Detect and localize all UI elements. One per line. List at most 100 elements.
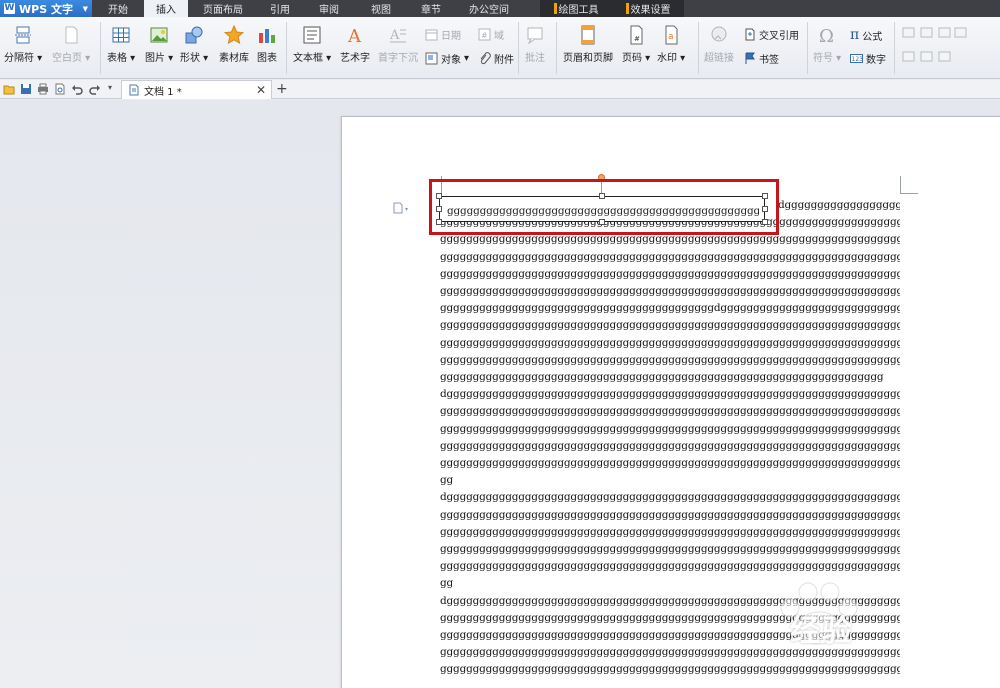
formula-button[interactable]: π 公式 xyxy=(850,27,882,43)
number-button[interactable]: 123 数字 xyxy=(850,51,886,66)
ribbon-divider xyxy=(807,22,808,74)
body-text-line[interactable]: gggggggggggggggggggggggggggggggggggggggg… xyxy=(440,250,900,264)
field-button[interactable]: # 域 xyxy=(478,27,504,42)
body-text-line[interactable]: gggggggggggggggggggggggggggggggggggggggg… xyxy=(440,422,900,436)
body-text-line[interactable]: gggggggggggggggggggggggggggggggggggggggg… xyxy=(440,353,900,367)
table-icon xyxy=(112,27,130,43)
margin-corner-mark xyxy=(900,176,918,194)
body-text-line[interactable]: gggggggggggggggggggggggggggggggggggggggg… xyxy=(440,301,900,315)
tab-page-layout[interactable]: 页面布局 xyxy=(188,0,258,17)
cross-reference-button[interactable]: 交叉引用 xyxy=(743,27,799,42)
body-text-line[interactable]: gg xyxy=(440,473,900,487)
drop-cap-icon: A xyxy=(389,28,406,43)
wordart-button[interactable]: A 艺术字 xyxy=(340,25,370,64)
body-text-line[interactable]: gggggggggggggggggggggggggggggggggggggggg… xyxy=(440,404,900,418)
print-icon[interactable] xyxy=(37,83,49,95)
tab-references[interactable]: 引用 xyxy=(258,0,302,17)
page-break-button[interactable]: 分隔符 ▾ xyxy=(4,25,42,64)
shape-icon xyxy=(185,26,203,44)
shape-button[interactable]: 形状 ▾ xyxy=(180,25,208,64)
header-footer-icon xyxy=(581,25,595,45)
tab-office-space[interactable]: 办公空间 xyxy=(456,0,522,17)
body-text-line[interactable]: dggggggggggggggggggggggggggggggggggggggg… xyxy=(440,387,900,401)
body-text-line[interactable]: gggggggggggggggggggggggggggggggggggggggg… xyxy=(440,456,900,470)
field-icon: # xyxy=(478,28,491,41)
body-text-line[interactable]: gggggggggggggggggggggggggggggggggggggggg… xyxy=(440,525,900,539)
ribbon-divider xyxy=(698,22,699,74)
number-icon: 123 xyxy=(850,54,864,63)
body-text-line[interactable]: gggggggggggggggggggggggggggggggggggggggg… xyxy=(440,318,900,332)
comment-button[interactable]: 批注 xyxy=(525,25,545,64)
paragraph-layout-icon[interactable]: ▾ xyxy=(392,202,412,214)
wordart-icon: A xyxy=(347,26,362,45)
chart-button[interactable]: 图表 xyxy=(257,25,277,64)
open-folder-icon[interactable] xyxy=(3,83,15,95)
quick-access-chevron-down-icon[interactable]: ▾ xyxy=(108,83,112,92)
blank-page-icon xyxy=(65,26,78,44)
table-button[interactable]: 表格 ▾ xyxy=(107,25,135,64)
object-icon xyxy=(425,52,438,65)
paperclip-icon xyxy=(480,52,491,65)
svg-text:#: # xyxy=(634,35,640,43)
svg-text:A: A xyxy=(347,26,362,45)
textbox-icon xyxy=(303,26,321,44)
document-tab[interactable]: 文档 1 * ✕ xyxy=(121,80,272,99)
textbox-button[interactable]: 文本框 ▾ xyxy=(293,25,331,64)
document-tab-title: 文档 1 * xyxy=(144,86,182,98)
body-text-line[interactable]: gggggggggggggggggggggggggggggggggggggggg… xyxy=(440,662,900,676)
svg-text:Ω: Ω xyxy=(819,26,834,45)
tab-drawing-tools[interactable]: 绘图工具 xyxy=(540,0,612,17)
undo-icon[interactable] xyxy=(71,83,83,95)
pi-icon: π xyxy=(850,27,860,43)
header-footer-button[interactable]: 页眉和页脚 xyxy=(563,25,613,64)
tab-effect-settings[interactable]: 效果设置 xyxy=(612,0,684,17)
body-text-line[interactable]: gggggggggggggggggggggggggggggggggggggggg… xyxy=(440,284,900,298)
body-text-line[interactable]: dgggggggggggggggggg xyxy=(778,198,900,212)
body-text-line[interactable]: gggggggggggggggggggggggggggggggggggggggg… xyxy=(440,267,900,281)
page-number-button[interactable]: # 页码 ▾ xyxy=(622,25,650,64)
picture-icon xyxy=(150,27,168,43)
symbol-button[interactable]: Ω 符号 ▾ xyxy=(813,25,841,64)
body-text-line[interactable]: gggggggggggggggggggggggggggggggggggggggg… xyxy=(440,439,900,453)
comment-icon xyxy=(527,27,543,45)
picture-button[interactable]: 图片 ▾ xyxy=(145,25,173,64)
context-marker xyxy=(553,3,557,14)
context-marker xyxy=(625,3,629,14)
body-text-line[interactable]: gggggggggggggggggggggggggggggggggggggggg… xyxy=(440,370,900,384)
chevron-down-icon: ▼ xyxy=(82,4,88,13)
bookmark-button[interactable]: 书签 xyxy=(743,51,779,66)
attachment-button[interactable]: 附件 xyxy=(478,51,514,66)
tab-home[interactable]: 开始 xyxy=(92,0,144,17)
save-icon[interactable] xyxy=(20,83,32,95)
ribbon-divider xyxy=(518,22,519,74)
body-text-line[interactable]: gggggggggggggggggggggggggggggggggggggggg… xyxy=(440,542,900,556)
document-tab-bar: ▾ 文档 1 * ✕ + xyxy=(0,80,1000,99)
hyperlink-button[interactable]: 超链接 xyxy=(704,25,734,64)
object-button[interactable]: 对象 ▾ xyxy=(425,51,469,66)
svg-text:123: 123 xyxy=(852,56,864,63)
material-library-button[interactable]: 素材库 xyxy=(219,25,249,64)
ribbon-divider xyxy=(556,22,557,74)
svg-text:▾: ▾ xyxy=(405,206,408,213)
star-icon xyxy=(224,25,244,45)
body-text-line[interactable]: gggggggggggggggggggggggggggggggggggggggg… xyxy=(440,508,900,522)
date-button[interactable]: 日期 xyxy=(425,27,461,42)
body-text-line[interactable]: dggggggggggggggggggggggggggggggggggggggg… xyxy=(440,490,900,504)
ribbon-divider xyxy=(286,22,287,74)
redo-icon[interactable] xyxy=(89,83,101,95)
body-text-line[interactable]: gggggggggggggggggggggggggggggggggggggggg… xyxy=(440,559,900,573)
document-icon xyxy=(129,84,139,96)
tab-section[interactable]: 章节 xyxy=(406,0,456,17)
new-tab-plus-icon[interactable]: + xyxy=(276,81,288,97)
body-text-line[interactable]: gggggggggggggggggggggggggggggggggggggggg… xyxy=(440,336,900,350)
tab-review[interactable]: 审阅 xyxy=(302,0,356,17)
blank-page-button[interactable]: 空白页 ▾ xyxy=(52,25,90,64)
drop-cap-button[interactable]: A 首字下沉 xyxy=(378,25,418,64)
watermark-button[interactable]: a 水印 ▾ xyxy=(657,25,685,64)
globe-link-icon xyxy=(711,26,727,42)
close-icon[interactable]: ✕ xyxy=(256,83,266,97)
tab-insert[interactable]: 插入 xyxy=(144,0,188,17)
tab-view[interactable]: 视图 xyxy=(356,0,406,17)
app-menu-button[interactable]: W WPS 文字 ▼ xyxy=(0,0,92,17)
print-preview-icon[interactable] xyxy=(54,83,66,95)
